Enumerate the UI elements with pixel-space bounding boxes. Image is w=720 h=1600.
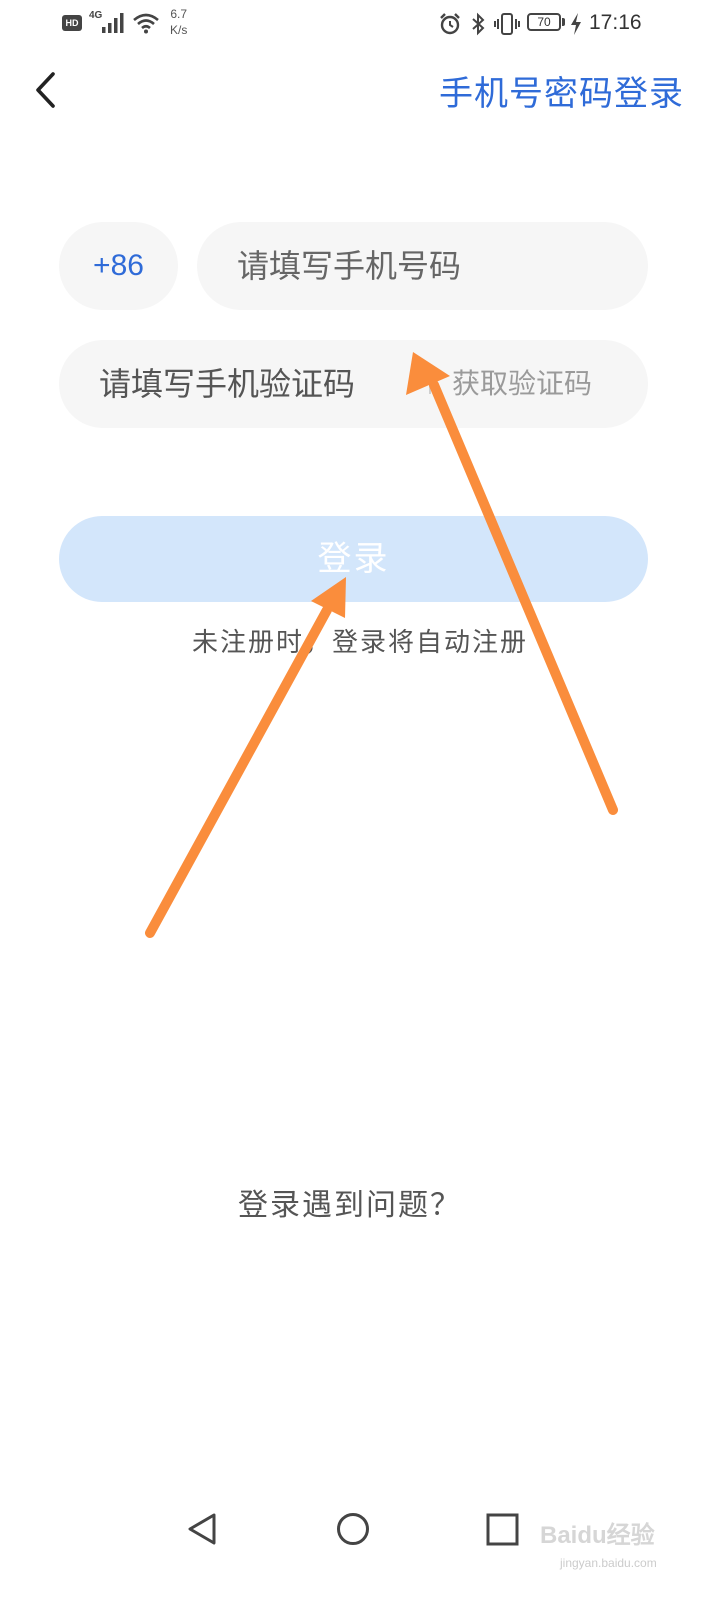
charging-icon (571, 13, 581, 35)
phone-field[interactable] (197, 222, 648, 310)
phone-input[interactable] (237, 222, 617, 310)
wifi-icon (133, 13, 159, 34)
clock: 17:16 (589, 11, 642, 34)
back-triangle-icon[interactable] (183, 1510, 223, 1550)
password-login-link[interactable]: 手机号密码登录 (439, 66, 684, 115)
chevron-left-icon[interactable] (28, 68, 68, 112)
home-circle-icon[interactable] (335, 1510, 375, 1550)
login-button[interactable]: 登录 (59, 516, 648, 602)
hd-badge: HD (62, 15, 82, 31)
speed-unit: K/s (170, 23, 188, 37)
get-code-button[interactable]: 获取验证码 (452, 340, 592, 428)
recents-square-icon[interactable] (485, 1510, 525, 1550)
auto-register-note: 未注册时，登录将自动注册 (191, 628, 528, 658)
country-code-selector[interactable]: +86 (59, 222, 178, 310)
bluetooth-icon (472, 12, 485, 36)
code-input[interactable] (99, 340, 429, 428)
baidu-watermark: Baidu经验 (540, 1522, 655, 1549)
status-bar: HD 4G 6.7 K/s 70 17:16 (0, 0, 720, 50)
alarm-icon (440, 13, 460, 35)
vibrate-icon (494, 13, 520, 35)
battery-tip (562, 18, 565, 26)
battery-icon: 70 (527, 13, 561, 31)
code-field[interactable]: 获取验证码 (59, 340, 648, 428)
signal-icon (102, 13, 124, 33)
country-code: +86 (93, 249, 144, 282)
network-type: 4G (89, 10, 103, 21)
speed-value: 6.7 (170, 7, 188, 21)
login-problem-link[interactable]: 登录遇到问题？ (0, 1180, 700, 1224)
divider (429, 374, 431, 394)
network-speed: 6.7 K/s (170, 6, 187, 38)
baidu-watermark-url: jingyan.baidu.com (560, 1556, 657, 1570)
